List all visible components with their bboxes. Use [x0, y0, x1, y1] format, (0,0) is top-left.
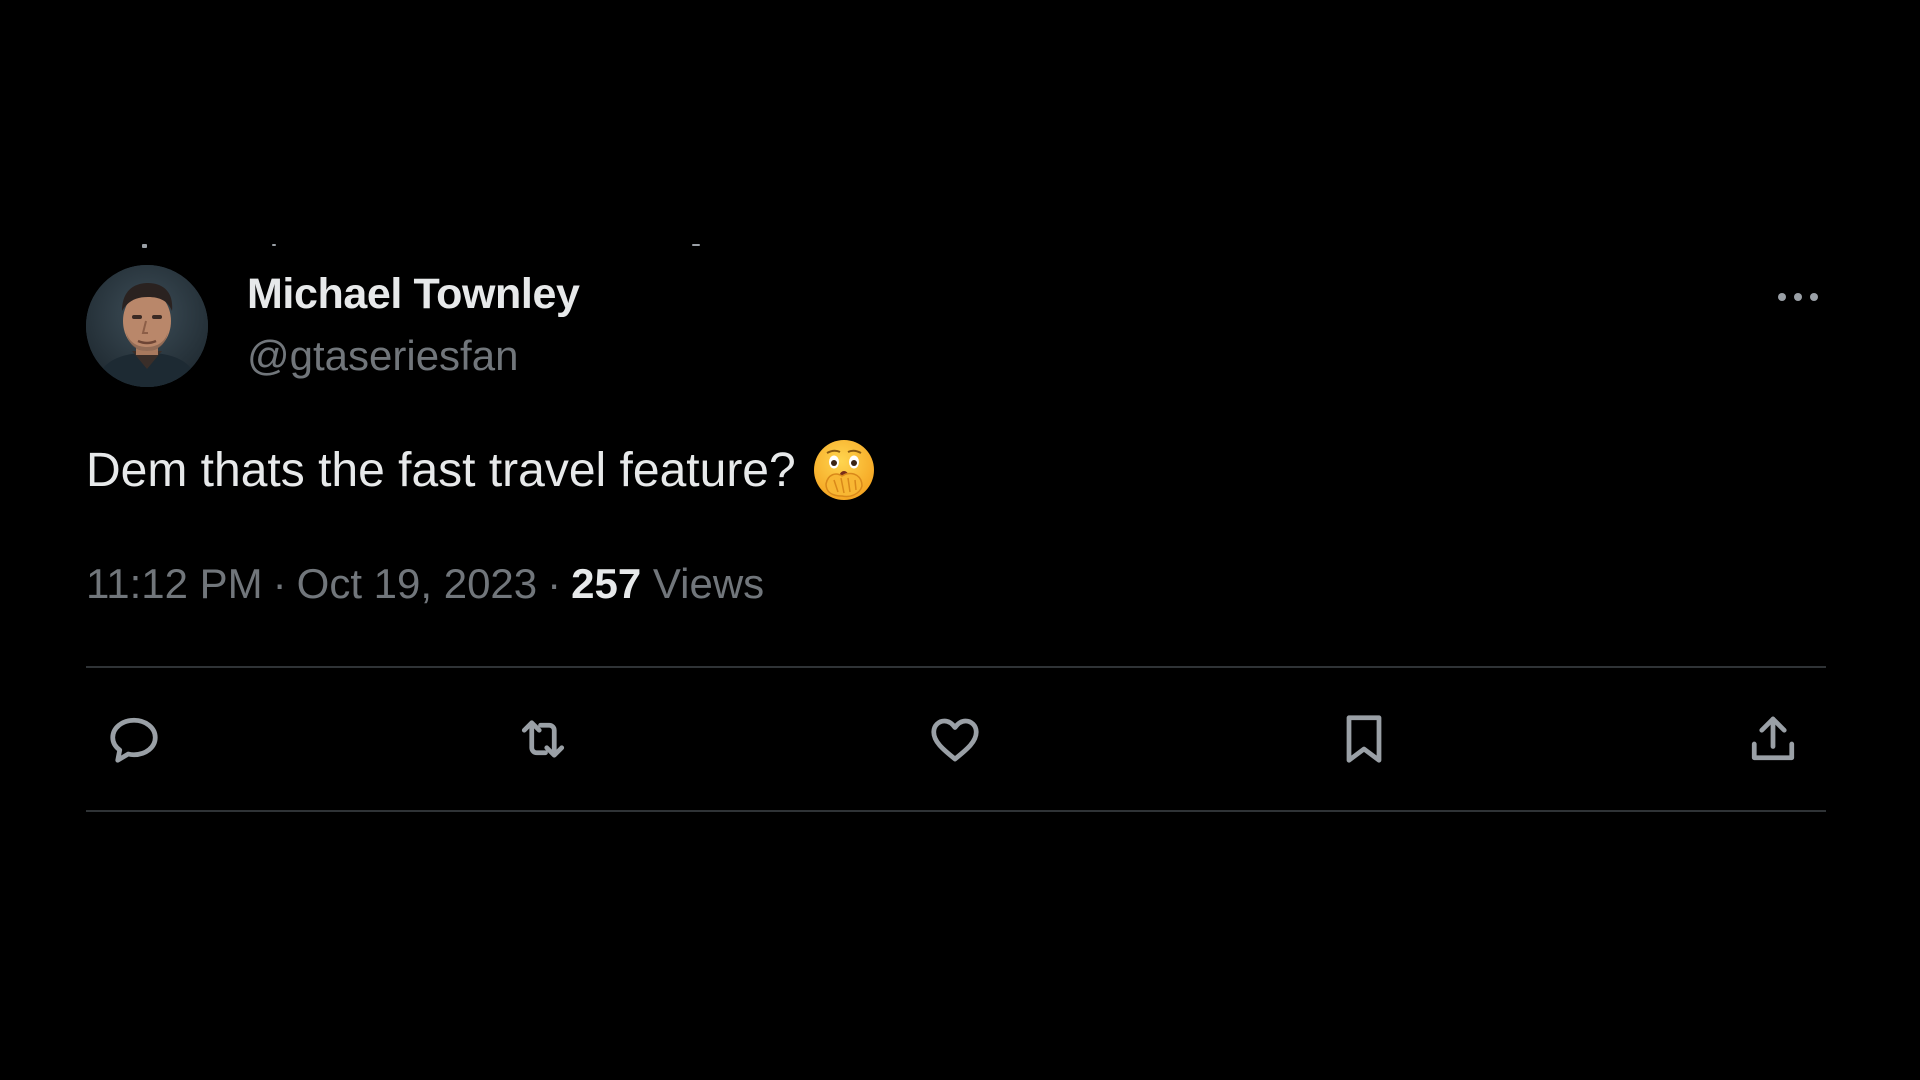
divider: [86, 810, 1826, 812]
author-handle[interactable]: @gtaseriesfan: [247, 332, 518, 380]
avatar-portrait-icon: [86, 265, 208, 387]
tweet-card: Michael Townley @gtaseriesfan Dem thats …: [86, 0, 1826, 1080]
separator: ·: [272, 560, 287, 607]
views-label: Views: [652, 560, 765, 607]
more-dot-icon: [1778, 293, 1786, 301]
views-count[interactable]: 257: [571, 560, 641, 607]
divider: [86, 666, 1826, 668]
bookmark-icon: [1346, 715, 1382, 763]
retweet-button[interactable]: [510, 706, 576, 772]
more-options-button[interactable]: [1774, 282, 1834, 312]
more-dot-icon: [1794, 293, 1802, 301]
share-icon: [1751, 716, 1795, 761]
tweet-date[interactable]: Oct 19, 2023: [297, 560, 538, 607]
like-button[interactable]: [922, 706, 988, 772]
reply-icon: [110, 717, 158, 763]
more-dot-icon: [1810, 293, 1818, 301]
retweet-icon: [521, 720, 565, 758]
bookmark-button[interactable]: [1331, 706, 1397, 772]
cropped-content-remnant: [142, 244, 742, 250]
separator: ·: [547, 560, 562, 607]
avatar[interactable]: [86, 265, 208, 387]
tweet-time[interactable]: 11:12 PM: [86, 560, 263, 607]
share-button[interactable]: [1740, 706, 1806, 772]
heart-icon: [931, 718, 979, 762]
author-name[interactable]: Michael Townley: [247, 270, 580, 319]
reply-button[interactable]: [101, 706, 167, 772]
hand-over-mouth-emoji-icon: [812, 438, 876, 502]
action-bar: [86, 706, 1826, 772]
tweet-text: Dem thats the fast travel feature?: [86, 438, 876, 502]
tweet-text-content: Dem thats the fast travel feature?: [86, 443, 796, 497]
tweet-metadata: 11:12 PM · Oct 19, 2023 · 257 Views: [86, 560, 764, 608]
